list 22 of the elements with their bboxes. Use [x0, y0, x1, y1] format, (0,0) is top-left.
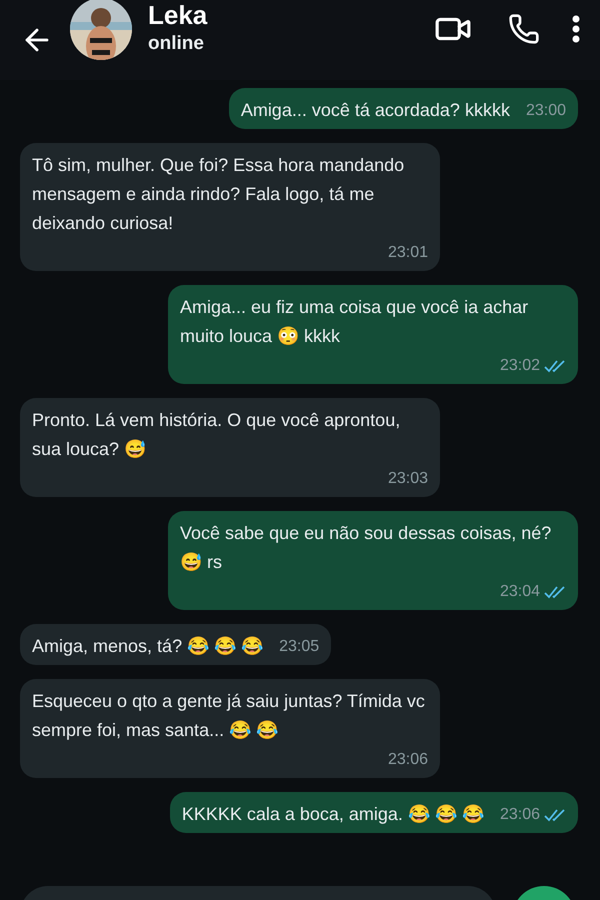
- message-time: 23:03: [388, 469, 428, 489]
- message-time: 23:06: [388, 750, 428, 770]
- menu-icon: [572, 15, 580, 43]
- message-text: Amiga, menos, tá? 😂 😂 😂: [32, 635, 264, 658]
- message-time: 23:04: [500, 582, 540, 602]
- message-text: Você sabe que eu não sou dessas coisas, né? 😅 rs: [180, 522, 552, 574]
- contact-name: Leka: [148, 0, 208, 30]
- message-text: Pronto. Lá vem história. O que você aprontou, sua louca? 😅: [32, 409, 402, 461]
- voice-call-button[interactable]: [508, 13, 540, 45]
- message-text: Esqueceu o qto a gente já saiu juntas? Tímida vc sempre foi, mas santa... 😂 😂: [32, 690, 426, 742]
- message-time: 23:02: [500, 356, 540, 376]
- message-time: 23:05: [279, 637, 320, 657]
- contact-status: online: [148, 32, 205, 56]
- message-text: KKKKK cala a boca, amiga. 😂 😂 😂: [182, 803, 484, 826]
- message-text: Amiga... eu fiz uma coisa que você ia achar muito louca 😳 kkkk: [180, 296, 530, 348]
- message-text: Amiga... você tá acordada? kkkkk: [240, 99, 510, 122]
- message-time: 23:01: [388, 243, 428, 263]
- phone-icon: [508, 13, 540, 45]
- message-time: 23:00: [526, 101, 566, 121]
- message-time: 23:06: [500, 805, 540, 825]
- message-text: Tô sim, mulher. Que foi? Essa hora mandando mensagem e ainda rindo? Fala logo, tá me deixando curiosa!: [32, 154, 406, 235]
- menu-button[interactable]: [572, 15, 580, 43]
